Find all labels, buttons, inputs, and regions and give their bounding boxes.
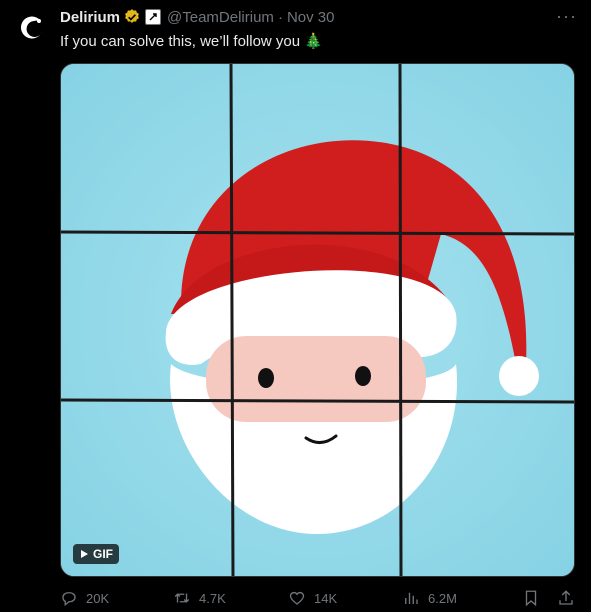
tweet-text: If you can solve this, we’ll follow you … bbox=[60, 33, 323, 50]
views-count: 6.2M bbox=[428, 590, 457, 606]
gif-badge-label: GIF bbox=[93, 547, 113, 561]
bookmark-icon bbox=[525, 590, 537, 607]
views-icon bbox=[405, 592, 418, 604]
action-bar: 20K 4.7K 14K 6.2M bbox=[60, 584, 579, 612]
verified-badge-icon bbox=[125, 9, 139, 23]
reply-icon bbox=[62, 592, 76, 607]
avatar[interactable] bbox=[12, 8, 52, 48]
reply-button[interactable]: 20K bbox=[60, 589, 109, 607]
like-count: 14K bbox=[314, 590, 338, 606]
santa-puzzle-image bbox=[61, 64, 574, 576]
views-button[interactable]: 6.2M bbox=[402, 589, 457, 607]
play-icon bbox=[81, 550, 88, 558]
like-icon bbox=[289, 591, 305, 605]
affiliate-badge-icon bbox=[145, 9, 162, 25]
tweet-date[interactable]: Nov 30 bbox=[287, 9, 335, 26]
avatar-logo-icon bbox=[12, 8, 52, 48]
share-icon bbox=[559, 590, 573, 605]
like-button[interactable]: 14K bbox=[288, 589, 337, 607]
tweet-header: Delirium @TeamDelirium · Nov 30 bbox=[60, 6, 579, 28]
author-name[interactable]: Delirium bbox=[60, 9, 120, 26]
more-icon[interactable]: ··· bbox=[556, 6, 577, 27]
reply-count: 20K bbox=[86, 590, 110, 606]
repost-count: 4.7K bbox=[199, 590, 226, 606]
bookmark-button[interactable] bbox=[522, 589, 540, 607]
repost-icon bbox=[174, 593, 190, 603]
author-handle[interactable]: @TeamDelirium bbox=[167, 9, 274, 26]
tweet: Delirium @TeamDelirium · Nov 30 ··· If y… bbox=[0, 0, 591, 611]
share-button[interactable] bbox=[557, 589, 575, 607]
gif-media[interactable]: GIF bbox=[60, 63, 575, 577]
gif-badge: GIF bbox=[73, 544, 119, 564]
repost-button[interactable]: 4.7K bbox=[173, 589, 226, 607]
separator: · bbox=[277, 8, 283, 26]
